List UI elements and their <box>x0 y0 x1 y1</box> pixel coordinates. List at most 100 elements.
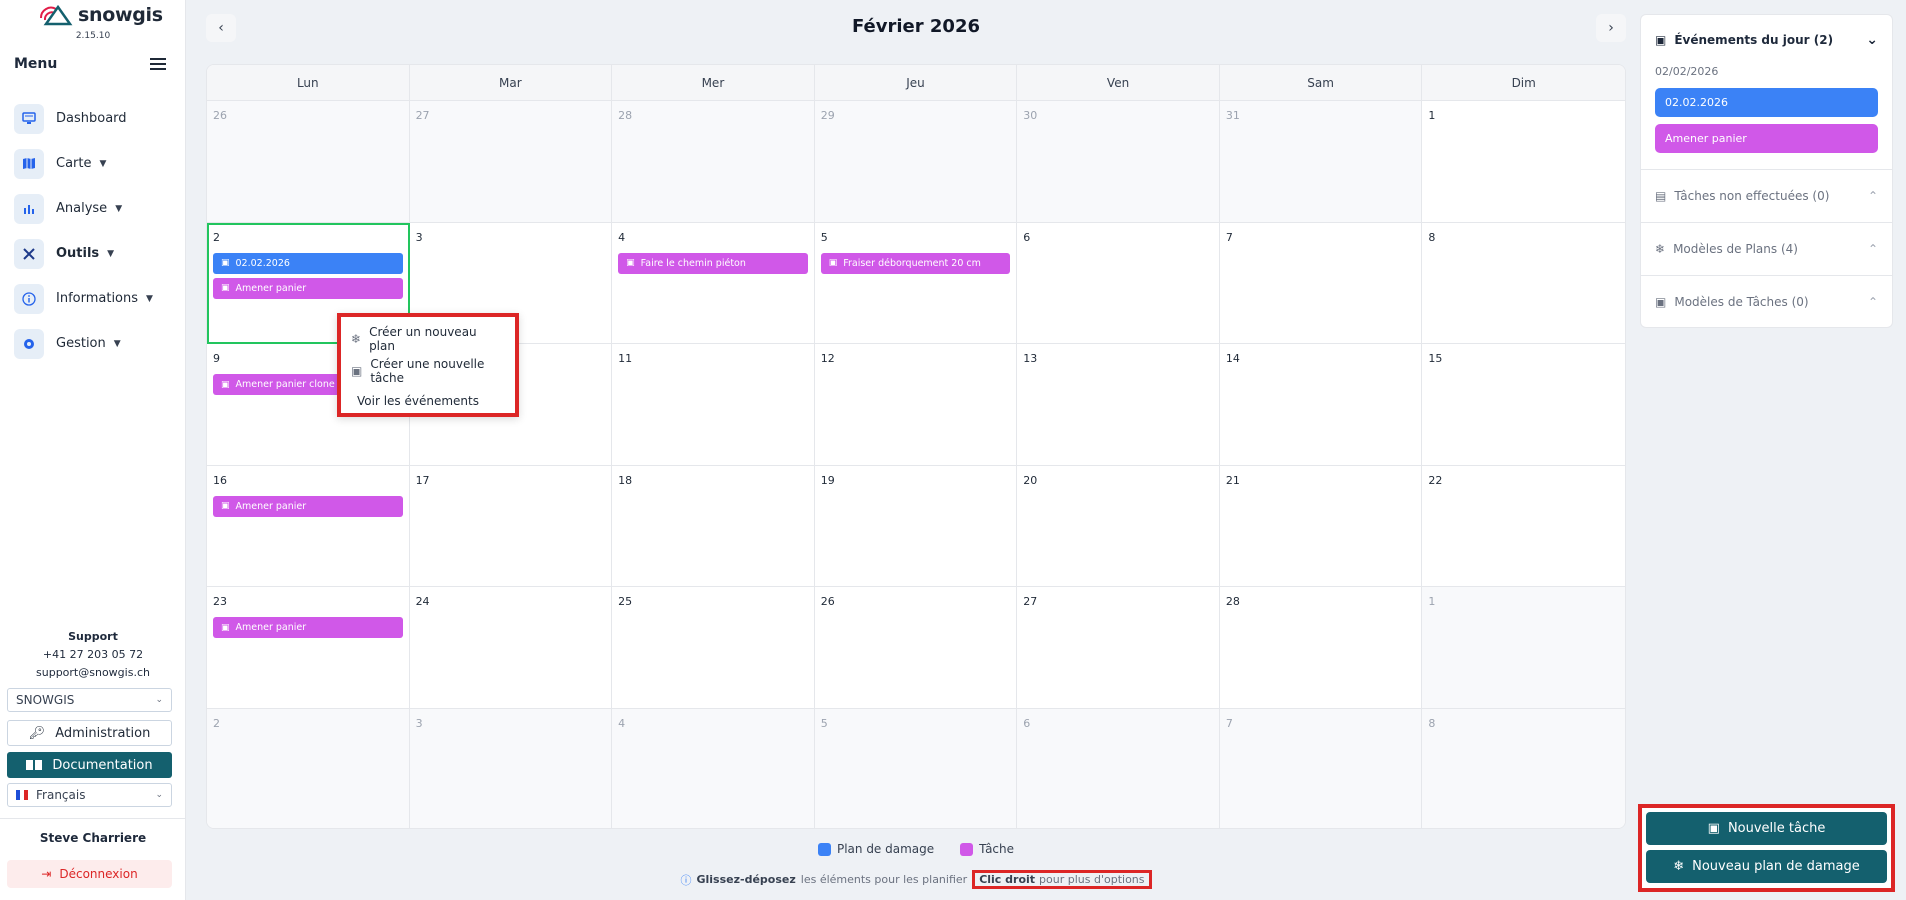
section-task-templates[interactable]: ▣ Modèles de Tâches (0) ⌃ <box>1641 275 1892 328</box>
day-cell[interactable]: 3 <box>409 708 613 828</box>
day-cell[interactable]: 27 <box>409 101 613 223</box>
action-buttons: ▣ Nouvelle tâche ❄ Nouveau plan de damag… <box>1638 804 1895 892</box>
support-email[interactable]: support@snowgis.ch <box>0 664 186 682</box>
day-cell[interactable]: 6 <box>1017 222 1220 344</box>
day-cell[interactable]: 25 <box>612 587 815 709</box>
support-info: Support +41 27 203 05 72 support@snowgis… <box>0 628 186 682</box>
day-cell[interactable]: 8 <box>1422 708 1625 828</box>
day-number: 27 <box>415 109 430 122</box>
day-number: 19 <box>820 473 835 487</box>
day-events-title: Événements du jour (2) <box>1674 33 1834 47</box>
documentation-button[interactable]: Documentation <box>7 752 172 778</box>
day-cell[interactable]: 15 <box>1422 344 1625 466</box>
day-cell[interactable]: 1 <box>1422 587 1625 709</box>
logout-label: Déconnexion <box>59 867 138 881</box>
nav-label: Carte <box>56 156 92 171</box>
day-cell[interactable]: 12 <box>814 344 1018 466</box>
day-events-panel: ▣ Événements du jour (2) ⌄ 02/02/2026 02… <box>1640 14 1893 328</box>
new-task-button[interactable]: ▣ Nouvelle tâche <box>1646 812 1887 845</box>
day-cell[interactable]: 26 <box>207 101 410 223</box>
chevron-down-icon: ▼ <box>107 248 115 259</box>
nav-item-outils[interactable]: Outils ▼ <box>14 231 174 276</box>
day-cell[interactable]: 14 <box>1219 344 1423 466</box>
day-cell[interactable]: 31 <box>1219 101 1423 223</box>
day-cell[interactable]: 23 ▣ Amener panier <box>207 587 410 709</box>
section-plan-templates[interactable]: ❄ Modèles de Plans (4) ⌃ <box>1641 222 1892 275</box>
calendar-check-icon: ▣ <box>221 622 230 633</box>
app-version: 2.15.10 <box>75 31 111 41</box>
day-cell[interactable]: 27 <box>1017 587 1220 709</box>
create-plan-menu-item[interactable]: ❄ Créer un nouveau plan <box>351 323 505 355</box>
day-cell[interactable]: 26 <box>814 587 1018 709</box>
day-number: 27 <box>1023 595 1038 608</box>
day-cell[interactable]: 21 <box>1219 465 1423 587</box>
day-cell[interactable]: 7 <box>1219 222 1423 344</box>
day-number: 2 <box>213 230 220 244</box>
nav-item-dashboard[interactable]: Dashboard <box>14 96 174 141</box>
administration-button[interactable]: 🔑︎ Administration <box>7 720 172 746</box>
day-cell[interactable]: 1 <box>1422 101 1625 223</box>
app-logo[interactable]: snowgis <box>38 4 163 26</box>
day-cell[interactable]: 4 ▣ Faire le chemin piéton <box>612 222 815 344</box>
day-number: 18 <box>618 473 633 487</box>
organization-value: SNOWGIS <box>16 693 75 707</box>
day-cell[interactable]: 7 <box>1219 708 1423 828</box>
view-events-menu-item[interactable]: Voir les événements <box>351 387 505 415</box>
calendar-plus-icon: ▣ <box>1707 821 1720 836</box>
nav-item-analyse[interactable]: Analyse ▼ <box>14 186 174 231</box>
day-cell[interactable]: 5 ▣ Fraiser déborquement 20 cm <box>814 222 1018 344</box>
day-cell[interactable]: 20 <box>1017 465 1220 587</box>
day-cell[interactable]: 28 <box>1219 587 1423 709</box>
day-cell[interactable]: 11 <box>612 344 815 466</box>
nav-item-informations[interactable]: Informations ▼ <box>14 276 174 321</box>
chevron-right-icon: › <box>1608 20 1614 36</box>
logout-button[interactable]: ⇥ Déconnexion <box>7 860 172 888</box>
day-cell[interactable]: 28 <box>612 101 815 223</box>
nav-item-carte[interactable]: Carte ▼ <box>14 141 174 186</box>
chart-icon <box>14 193 44 224</box>
day-number: 31 <box>1225 109 1240 122</box>
day-cell[interactable]: 2 <box>207 708 410 828</box>
task-event[interactable]: ▣ Amener panier <box>213 617 403 638</box>
new-plan-button[interactable]: ❄ Nouveau plan de damage <box>1646 850 1887 883</box>
day-cell[interactable]: 4 <box>612 708 815 828</box>
task-event[interactable]: ▣ Amener panier <box>213 277 403 299</box>
day-cell[interactable]: 29 <box>814 101 1018 223</box>
nav-item-gestion[interactable]: Gestion ▼ <box>14 321 174 366</box>
create-task-menu-item[interactable]: ▣ Créer une nouvelle tâche <box>351 355 505 387</box>
day-cell[interactable]: 6 <box>1017 708 1220 828</box>
task-event[interactable]: ▣ Faire le chemin piéton <box>618 252 808 274</box>
day-events-header[interactable]: ▣ Événements du jour (2) ⌄ <box>1641 15 1892 65</box>
day-cell[interactable]: 18 <box>612 465 815 587</box>
chevron-down-icon: ▼ <box>99 158 107 169</box>
nav-label: Dashboard <box>56 111 127 126</box>
day-cell[interactable]: 30 <box>1017 101 1220 223</box>
chevron-up-icon: ⌃ <box>1867 242 1878 256</box>
day-cell[interactable]: 13 <box>1017 344 1220 466</box>
day-number: 4 <box>618 230 626 244</box>
nav-label: Gestion <box>56 336 106 351</box>
task-event[interactable]: ▣ Amener panier <box>213 495 403 517</box>
task-event[interactable]: ▣ Fraiser déborquement 20 cm <box>820 252 1011 274</box>
calendar-legend: Plan de damage Tâche <box>206 842 1626 856</box>
event-label: Amener panier <box>235 622 307 633</box>
section-unfinished-tasks[interactable]: ▤ Tâches non effectuées (0) ⌃ <box>1641 169 1892 222</box>
day-cell[interactable]: 8 <box>1422 222 1625 344</box>
panel-event-task[interactable]: Amener panier <box>1655 124 1878 153</box>
day-cell[interactable]: 16 ▣ Amener panier <box>207 465 410 587</box>
next-month-button[interactable]: › <box>1596 14 1626 42</box>
day-cell[interactable]: 17 <box>409 465 613 587</box>
day-cell[interactable]: 5 <box>814 708 1018 828</box>
plan-event[interactable]: ▣ 02.02.2026 <box>213 252 403 274</box>
event-label: Amener panier <box>235 500 307 512</box>
snowflake-icon: ❄ <box>1673 859 1685 874</box>
event-label: Fraiser déborquement 20 cm <box>843 257 981 269</box>
day-cell[interactable]: 22 <box>1422 465 1625 587</box>
day-cell[interactable]: 24 <box>409 587 613 709</box>
language-select[interactable]: Français ⌄ <box>7 783 172 807</box>
weekday-label: Mar <box>410 65 613 100</box>
day-cell[interactable]: 19 <box>814 465 1018 587</box>
organization-select[interactable]: SNOWGIS ⌄ <box>7 688 172 712</box>
panel-event-plan[interactable]: 02.02.2026 <box>1655 88 1878 117</box>
hamburger-icon[interactable] <box>150 58 166 70</box>
